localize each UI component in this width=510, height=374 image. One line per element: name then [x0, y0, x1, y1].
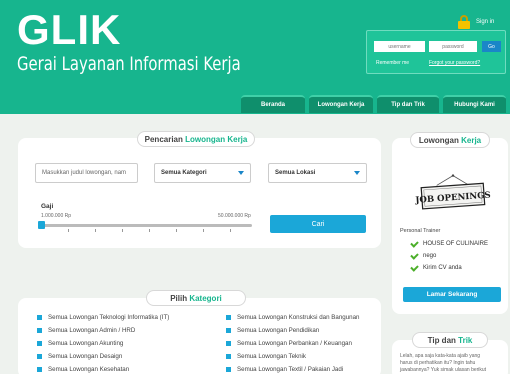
site-tagline: Gerai Layanan Informasi Kerja	[17, 53, 241, 75]
site-logo[interactable]: GLIK	[17, 6, 121, 54]
category-item[interactable]: Semua Lowongan Akunting	[37, 339, 123, 348]
salary-slider-handle[interactable]	[38, 221, 45, 229]
category-item[interactable]: Semua Lowongan Perbankan / Keuangan	[226, 339, 352, 348]
category-select[interactable]: Semua Kategori	[154, 163, 251, 183]
job-openings-sign-image: JOB OPENINGS	[414, 174, 491, 210]
go-button[interactable]: Go	[482, 41, 501, 52]
job-detail-company: HOUSE OF CULINAIRE	[410, 238, 488, 248]
sign-in-area[interactable]: Sign in	[458, 12, 506, 32]
sign-in-label[interactable]: Sign in	[476, 19, 494, 25]
nav-tab-tip-dan-trik[interactable]: Tip dan Trik	[377, 95, 439, 113]
lock-icon	[458, 15, 470, 29]
category-item[interactable]: Semua Lowongan Teknik	[226, 352, 306, 361]
location-select[interactable]: Semua Lokasi	[268, 163, 367, 183]
salary-max: 50.000.000 Rp	[218, 213, 251, 219]
category-item[interactable]: Semua Lowongan Desaign	[37, 352, 122, 361]
category-item[interactable]: Semua Lowongan Teknologi Informatika (IT…	[37, 313, 169, 322]
category-item[interactable]: Semua Lowongan Pendidikan	[226, 326, 319, 335]
tips-text[interactable]: Lelah, apa saja kata-kata ajaib yang har…	[400, 353, 486, 374]
forgot-password-link[interactable]: Forgot your password?	[429, 60, 480, 66]
keyword-input[interactable]: Masukkan judul lowongan, nam	[35, 163, 138, 183]
nav-tab-lowongan-kerja[interactable]: Lowongan Kerja	[309, 95, 373, 113]
job-detail-salary: nego	[410, 250, 436, 260]
check-icon	[410, 262, 419, 272]
nav-tab-beranda[interactable]: Beranda	[241, 95, 305, 113]
check-icon	[410, 238, 419, 248]
job-detail-action: Kirim CV anda	[410, 262, 462, 272]
chevron-down-icon	[238, 171, 244, 175]
password-input[interactable]	[429, 41, 477, 52]
apply-now-button[interactable]: Lamar Sekarang	[403, 287, 501, 302]
remember-me-label[interactable]: Remember me	[376, 60, 409, 66]
job-openings-title: Lowongan Kerja	[410, 132, 490, 148]
category-panel-title: Pilih Kategori	[146, 290, 246, 306]
check-icon	[410, 250, 419, 260]
username-input[interactable]	[374, 41, 425, 52]
tips-title: Tip dan Trik	[412, 332, 488, 348]
salary-label: Gaji	[41, 203, 54, 210]
nav-tab-hubungi-kami[interactable]: Hubungi Kami	[443, 95, 506, 113]
category-panel	[18, 298, 381, 374]
search-button[interactable]: Cari	[270, 215, 366, 233]
salary-min: 1.000.000 Rp	[41, 213, 72, 219]
salary-slider-track[interactable]	[41, 224, 252, 227]
category-item[interactable]: Semua Lowongan Kesehatan	[37, 365, 129, 374]
category-item[interactable]: Semua Lowongan Textil / Pakaian Jadi	[226, 365, 343, 374]
login-form: Go Remember me Forgot your password?	[366, 30, 506, 74]
category-item[interactable]: Semua Lowongan Admin / HRD	[37, 326, 135, 335]
search-panel-title: Pencarian Lowongan Kerja	[137, 131, 255, 147]
category-item[interactable]: Semua Lowongan Konstruksi dan Bangunan	[226, 313, 359, 322]
site-header: GLIK Gerai Layanan Informasi Kerja Sign …	[0, 0, 510, 114]
job-title: Personal Trainer	[400, 228, 441, 234]
chevron-down-icon	[354, 171, 360, 175]
